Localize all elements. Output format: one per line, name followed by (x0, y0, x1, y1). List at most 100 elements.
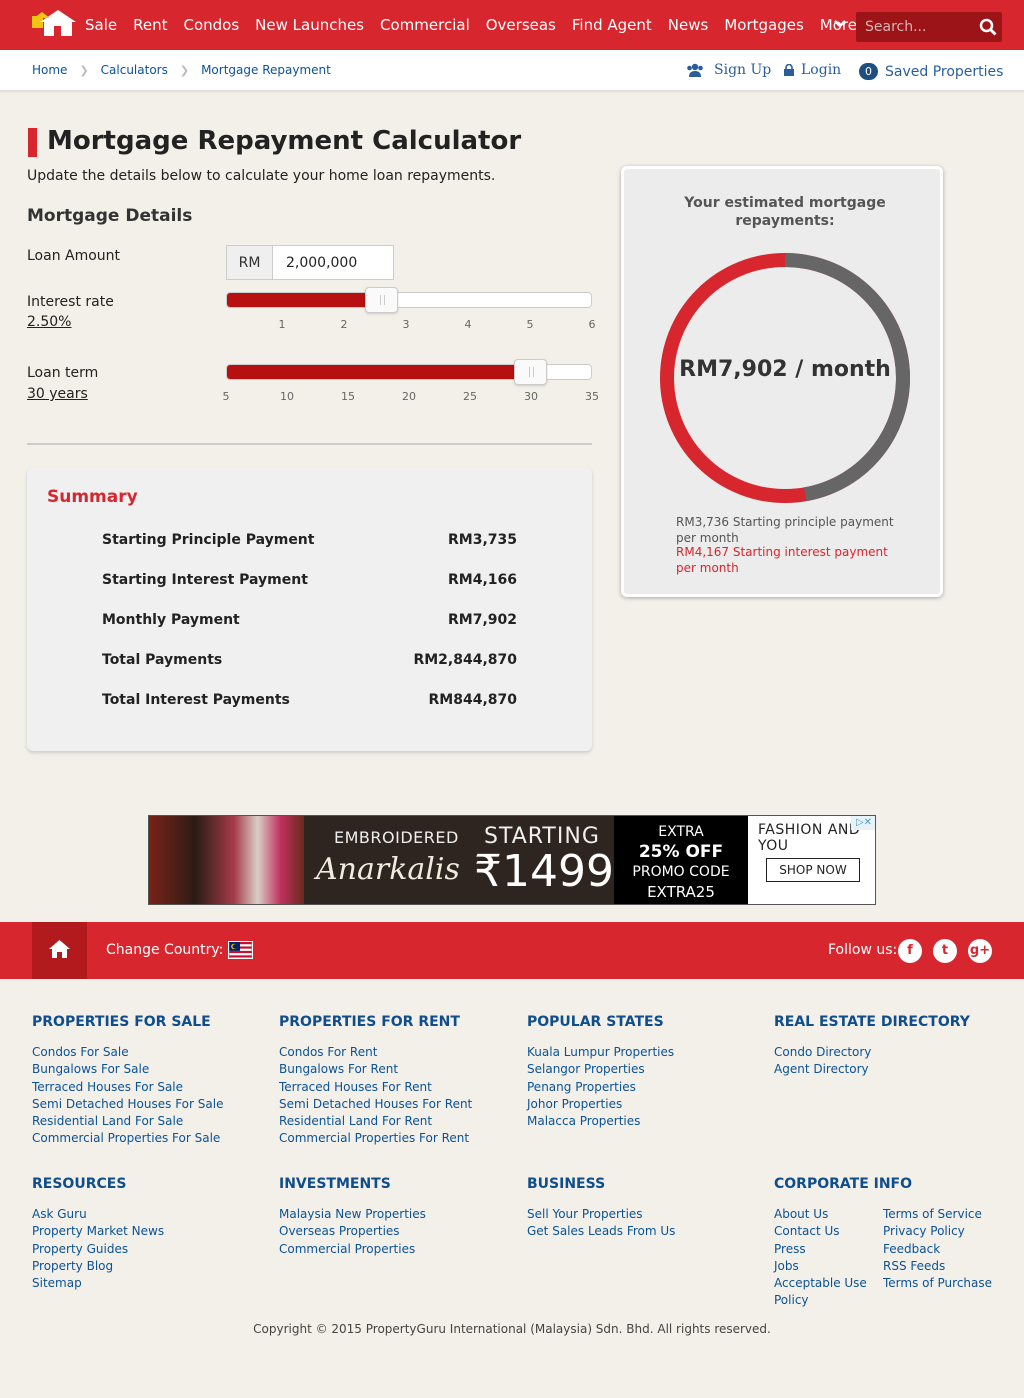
ad-shop-now-button[interactable]: SHOP NOW (766, 858, 860, 882)
search-input[interactable] (856, 12, 974, 42)
footer-link[interactable]: Property Blog (32, 1258, 164, 1275)
summary-row: Starting Interest Payment RM4,166 (102, 572, 517, 588)
summary-label: Starting Interest Payment (102, 572, 308, 588)
loan-amount-label: Loan Amount (27, 248, 121, 264)
breadcrumb-calculators[interactable]: Calculators (101, 63, 168, 77)
footer-link[interactable]: Terms of Service (883, 1206, 992, 1223)
footer-link[interactable]: Sitemap (32, 1275, 164, 1292)
footer-link[interactable]: Commercial Properties For Sale (32, 1130, 223, 1147)
footer-link[interactable]: Get Sales Leads From Us (527, 1223, 675, 1240)
footer-link[interactable]: Jobs (774, 1258, 874, 1275)
footer-link[interactable]: Contact Us (774, 1223, 874, 1240)
footer-link[interactable]: Malaysia New Properties (279, 1206, 426, 1223)
loan-term-slider-handle[interactable] (514, 359, 548, 385)
footer-link[interactable]: Terms of Purchase (883, 1275, 992, 1292)
footer-link[interactable]: Semi Detached Houses For Rent (279, 1096, 472, 1113)
login-link[interactable]: Login (801, 62, 841, 78)
loan-amount-field: RM (226, 245, 394, 280)
footer-link[interactable]: About Us (774, 1206, 874, 1223)
footer-link[interactable]: Property Guides (32, 1241, 164, 1258)
breadcrumb-home[interactable]: Home (32, 63, 67, 77)
ad-close-icon[interactable]: ▷✕ (851, 816, 875, 830)
footer-link[interactable]: Kuala Lumpur Properties (527, 1044, 674, 1061)
loan-term-label: Loan term (27, 365, 99, 381)
breadcrumb-current[interactable]: Mortgage Repayment (201, 63, 331, 77)
nav-mortgages[interactable]: Mortgages (724, 16, 803, 34)
top-navigation: Sale Rent Condos New Launches Commercial… (0, 0, 1024, 50)
nav-condos[interactable]: Condos (183, 16, 239, 34)
footer-link[interactable]: Commercial Properties For Rent (279, 1130, 472, 1147)
footer-column: Malaysia New Properties Overseas Propert… (279, 1206, 426, 1258)
twitter-icon[interactable]: t (933, 939, 957, 963)
footer-link[interactable]: Residential Land For Sale (32, 1113, 223, 1130)
footer-link[interactable]: Property Market News (32, 1223, 164, 1240)
google-plus-icon[interactable]: g+ (968, 939, 992, 963)
footer-link[interactable]: Terraced Houses For Sale (32, 1079, 223, 1096)
signup-link[interactable]: Sign Up (714, 62, 771, 78)
footer-link[interactable]: Bungalows For Sale (32, 1061, 223, 1078)
slider-tick: 6 (588, 318, 596, 331)
footer-link[interactable]: Terraced Houses For Rent (279, 1079, 472, 1096)
footer-link[interactable]: Bungalows For Rent (279, 1061, 472, 1078)
breadcrumb: Home ❯ Calculators ❯ Mortgage Repayment (32, 63, 331, 77)
footer-link[interactable]: Condos For Sale (32, 1044, 223, 1061)
footer-link[interactable]: Residential Land For Rent (279, 1113, 472, 1130)
result-title: Your estimated mortgage repayments: (684, 195, 886, 229)
nav-overseas[interactable]: Overseas (486, 16, 556, 34)
loan-term-value: 30 years (27, 386, 88, 402)
ad-promo: EXTRA 25% OFF PROMO CODE EXTRA25 (614, 816, 748, 904)
loan-term-slider[interactable] (226, 359, 592, 385)
saved-properties-link[interactable]: 0 Saved Properties (859, 63, 1003, 80)
footer-link[interactable]: RSS Feeds (883, 1258, 992, 1275)
chevron-down-icon[interactable] (832, 17, 848, 31)
footer-link[interactable]: Penang Properties (527, 1079, 674, 1096)
home-logo-icon[interactable] (32, 8, 78, 38)
summary-value: RM3,735 (448, 532, 517, 548)
summary-row: Starting Principle Payment RM3,735 (102, 532, 517, 548)
summary-value: RM844,870 (428, 692, 517, 708)
summary-label: Total Payments (102, 652, 223, 668)
interest-rate-value: 2.50% (27, 314, 72, 330)
slider-tick: 15 (341, 390, 355, 403)
footer-link[interactable]: Condo Directory (774, 1044, 871, 1061)
divider (27, 443, 592, 445)
title-accent-bar (28, 128, 37, 157)
nav-news[interactable]: News (668, 16, 709, 34)
footer-link[interactable]: Overseas Properties (279, 1223, 426, 1240)
nav-commercial[interactable]: Commercial (380, 16, 470, 34)
interest-legend: RM4,167 Starting interest payment per mo… (676, 545, 888, 575)
ad-off: 25% OFF (638, 842, 724, 862)
footer-link[interactable]: Sell Your Properties (527, 1206, 675, 1223)
footer-link[interactable]: Acceptable Use Policy (774, 1275, 874, 1310)
nav-sale[interactable]: Sale (85, 16, 117, 34)
footer-link[interactable]: Agent Directory (774, 1061, 871, 1078)
footer-link[interactable]: Johor Properties (527, 1096, 674, 1113)
footer-link[interactable]: Semi Detached Houses For Sale (32, 1096, 223, 1113)
copyright: Copyright © 2015 PropertyGuru Internatio… (253, 1322, 771, 1336)
nav-new-launches[interactable]: New Launches (255, 16, 364, 34)
interest-rate-slider[interactable] (226, 287, 592, 313)
nav-rent[interactable]: Rent (133, 16, 167, 34)
currency-prefix: RM (227, 246, 273, 279)
interest-rate-slider-fill (227, 293, 382, 307)
search-icon[interactable] (979, 18, 997, 36)
facebook-icon[interactable]: f (898, 939, 922, 963)
footer-column: Condo Directory Agent Directory (774, 1044, 871, 1079)
footer-home-button[interactable] (32, 922, 87, 979)
footer-link[interactable]: Commercial Properties (279, 1241, 426, 1258)
footer-link[interactable]: Selangor Properties (527, 1061, 674, 1078)
footer-link[interactable]: Privacy Policy (883, 1223, 992, 1240)
footer-heading: REAL ESTATE DIRECTORY (774, 1014, 970, 1030)
malaysia-flag-icon[interactable] (228, 941, 253, 959)
footer-link[interactable]: Ask Guru (32, 1206, 164, 1223)
footer-link[interactable]: Condos For Rent (279, 1044, 472, 1061)
summary-row: Total Payments RM2,844,870 (102, 652, 517, 668)
footer-link[interactable]: Feedback (883, 1241, 992, 1258)
footer-link[interactable]: Press (774, 1241, 874, 1258)
interest-rate-slider-handle[interactable] (365, 287, 399, 313)
search-box (856, 12, 1002, 42)
advertisement-banner[interactable]: EMBROIDERED Anarkalis STARTING ₹1499/- E… (148, 815, 876, 905)
nav-find-agent[interactable]: Find Agent (572, 16, 652, 34)
footer-link[interactable]: Malacca Properties (527, 1113, 674, 1130)
loan-amount-input[interactable] (274, 246, 392, 279)
